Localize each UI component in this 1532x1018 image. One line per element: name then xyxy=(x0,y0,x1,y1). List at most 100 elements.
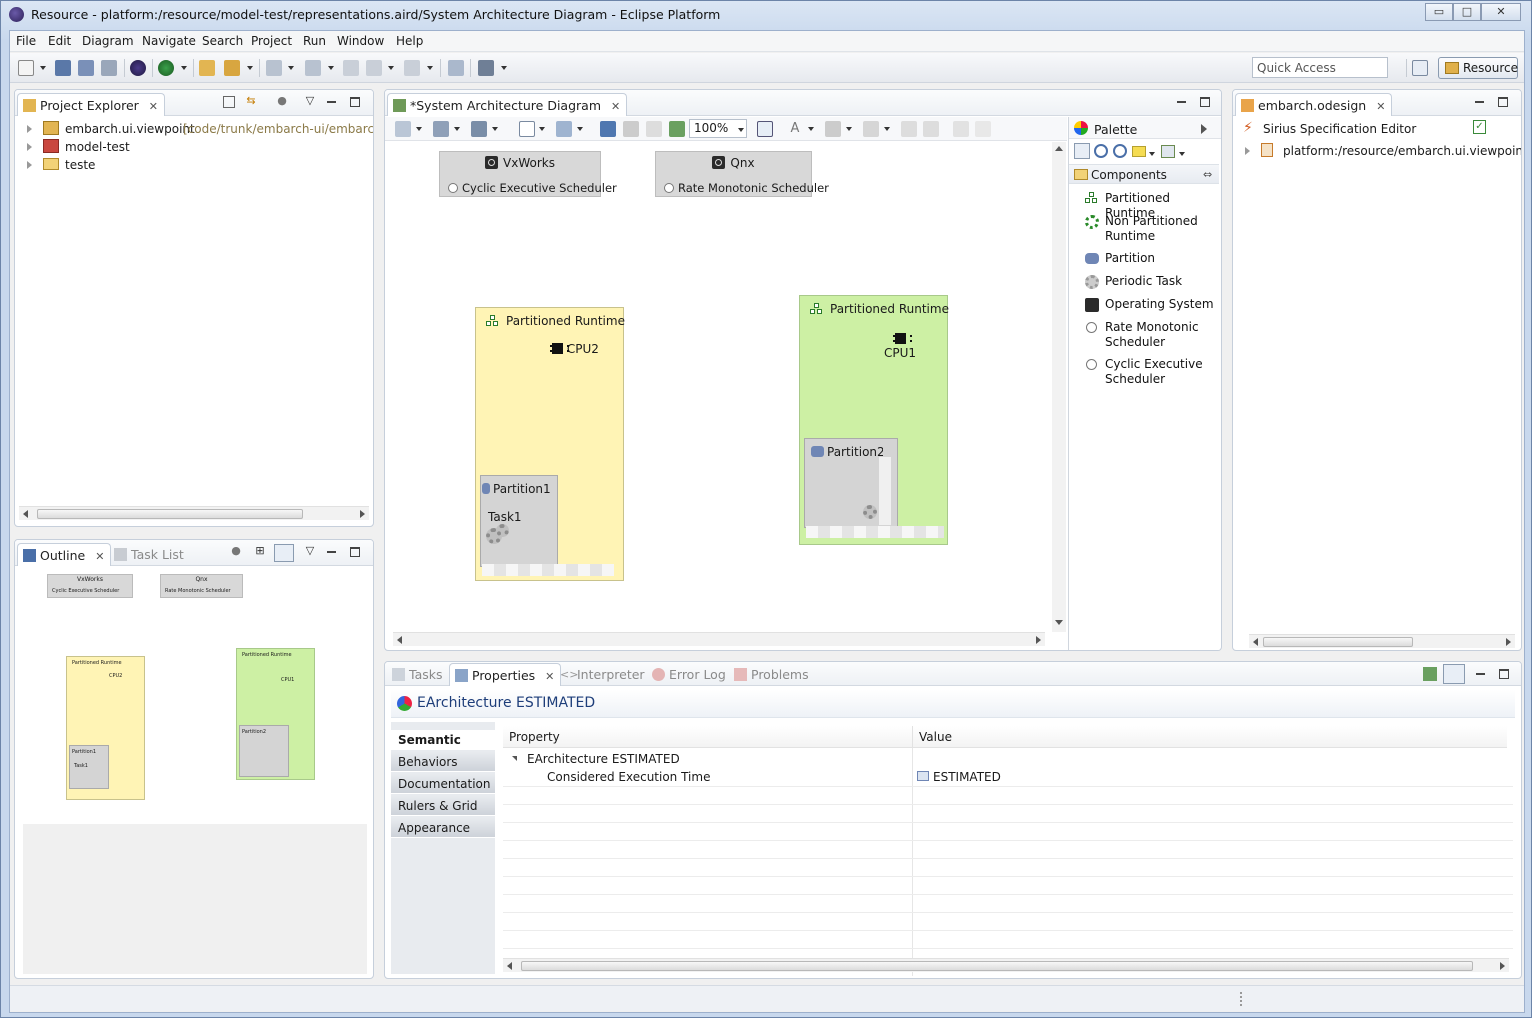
close-tab-icon[interactable]: ✕ xyxy=(1376,100,1385,113)
open-perspective-icon[interactable] xyxy=(1412,60,1428,76)
hide-label-icon[interactable] xyxy=(646,121,662,137)
minimize-editor-icon[interactable] xyxy=(1474,96,1486,108)
property-row[interactable]: EArchitecture ESTIMATED xyxy=(503,750,1507,768)
property-table-hscroll[interactable] xyxy=(503,958,1509,972)
odesign-tree-item[interactable]: platform:/resource/embarch.ui.viewpoint/… xyxy=(1239,142,1521,160)
expand-icon[interactable] xyxy=(27,161,32,169)
outline-tree-icon[interactable]: ⊞ xyxy=(254,545,266,558)
zoom-dropdown-icon[interactable] xyxy=(738,128,744,132)
runtime-node-1[interactable]: Partitioned Runtime CPU2 Partition1 Task… xyxy=(475,307,625,581)
category-behaviors[interactable]: Behaviors xyxy=(391,752,495,772)
property-value[interactable]: ESTIMATED xyxy=(933,770,1001,784)
arrange-dropdown-icon[interactable] xyxy=(501,66,507,70)
tab-interpreter[interactable]: <> Interpreter xyxy=(555,663,651,686)
os-node-qnx[interactable]: Qnx Rate Monotonic Scheduler xyxy=(655,151,829,197)
note-dropdown-icon[interactable] xyxy=(1149,152,1155,156)
link-with-editor-icon[interactable]: ⇆ xyxy=(245,95,257,108)
property-row[interactable]: Considered Execution Time ESTIMATED xyxy=(503,768,1507,786)
tree-item-teste[interactable]: teste xyxy=(21,156,371,174)
zoom-out-icon[interactable] xyxy=(1113,144,1127,158)
scroll-right-icon[interactable] xyxy=(1506,638,1511,646)
scroll-left-icon[interactable] xyxy=(1253,638,1258,646)
open-task-dropdown-icon[interactable] xyxy=(247,66,253,70)
tab-error-log[interactable]: Error Log xyxy=(647,663,732,686)
font-icon[interactable]: A xyxy=(787,121,803,137)
arrange-all-icon[interactable] xyxy=(433,121,449,137)
forward-icon[interactable] xyxy=(404,60,420,76)
scroll-thumb[interactable] xyxy=(1263,637,1413,647)
run-icon[interactable] xyxy=(158,60,174,76)
cpu-node-cpu2[interactable]: CPU2 xyxy=(550,342,599,356)
menu-search[interactable]: Search xyxy=(202,34,243,48)
dropdown-icon[interactable] xyxy=(492,127,498,131)
palette-item-periodic-task[interactable]: Periodic Task xyxy=(1105,274,1182,289)
tab-tasks[interactable]: Tasks xyxy=(387,663,449,686)
arrange-icon[interactable] xyxy=(478,60,494,76)
pin-icon[interactable] xyxy=(448,60,464,76)
task-label[interactable]: Task1 xyxy=(488,510,522,524)
validate-icon[interactable]: ✓ xyxy=(1473,120,1486,134)
note-tool-icon[interactable] xyxy=(1132,146,1146,157)
collapse-all-icon[interactable] xyxy=(223,96,235,108)
tab-project-explorer[interactable]: Project Explorer ✕ xyxy=(17,93,165,116)
tab-problems[interactable]: Problems xyxy=(729,663,815,686)
close-tab-icon[interactable]: ✕ xyxy=(149,100,158,113)
outline-mini-runtime2[interactable]: Partitioned Runtime CPU1 Partition2 xyxy=(236,648,315,780)
show-categories-icon[interactable] xyxy=(1443,664,1465,684)
minimize-view-icon[interactable] xyxy=(326,546,338,558)
category-documentation[interactable]: Documentation xyxy=(391,774,495,794)
project-explorer-hscroll[interactable] xyxy=(19,506,369,520)
minimize-view-icon[interactable] xyxy=(1475,668,1487,680)
partition-vscroll[interactable] xyxy=(879,457,891,525)
minimize-button[interactable]: ▭ xyxy=(1425,3,1453,21)
column-property[interactable]: Property xyxy=(509,730,560,744)
snap-icon[interactable] xyxy=(953,121,969,137)
filter-icon[interactable] xyxy=(556,121,572,137)
partition-node-1[interactable]: Partition1 Task1 xyxy=(480,475,558,567)
odesign-hscroll[interactable] xyxy=(1249,634,1515,648)
close-tab-icon[interactable]: ✕ xyxy=(545,670,554,683)
scroll-right-icon[interactable] xyxy=(1036,636,1041,644)
tree-item-embarch-ui-viewpoint[interactable]: embarch.ui.viewpoint [code/trunk/embarch… xyxy=(21,120,373,138)
os-node-vxworks[interactable]: VxWorks Cyclic Executive Scheduler xyxy=(439,151,617,197)
link-dropdown-icon[interactable] xyxy=(1179,152,1185,156)
hide-icon[interactable] xyxy=(623,121,639,137)
tab-embarch-odesign[interactable]: embarch.odesign ✕ xyxy=(1235,93,1393,116)
open-task-icon[interactable] xyxy=(224,60,240,76)
quick-access-input[interactable]: Quick Access xyxy=(1252,57,1388,78)
dropdown-icon[interactable] xyxy=(577,127,583,131)
collapse-icon[interactable] xyxy=(512,756,517,761)
cpu-node-cpu1[interactable]: CPU1 xyxy=(884,332,916,360)
menu-diagram[interactable]: Diagram xyxy=(82,34,134,48)
sirius-icon[interactable] xyxy=(130,60,146,76)
next-annotation-dropdown-icon[interactable] xyxy=(288,66,294,70)
save-icon[interactable] xyxy=(55,60,71,76)
dropdown-icon[interactable] xyxy=(884,127,890,131)
select-all-icon[interactable] xyxy=(395,121,411,137)
outline-overview-icon[interactable] xyxy=(274,544,294,562)
zoom-in-icon[interactable] xyxy=(1094,144,1108,158)
resource-perspective-button[interactable]: Resource xyxy=(1438,57,1518,79)
maximize-view-icon[interactable] xyxy=(349,96,361,108)
category-semantic[interactable]: Semantic xyxy=(391,730,495,750)
maximize-button[interactable]: □ xyxy=(1453,3,1481,21)
scroll-left-icon[interactable] xyxy=(397,636,402,644)
category-rulers-grid[interactable]: Rulers & Grid xyxy=(391,796,495,816)
scroll-up-icon[interactable] xyxy=(1055,146,1063,151)
outline-mini-qnx[interactable]: Qnx Rate Monotonic Scheduler xyxy=(160,574,243,598)
outline-mini-runtime1[interactable]: Partitioned Runtime CPU2 Partition1 Task… xyxy=(66,656,145,800)
prev-annotation-icon[interactable] xyxy=(305,60,321,76)
scroll-down-icon[interactable] xyxy=(1055,620,1063,625)
scroll-thumb[interactable] xyxy=(37,509,303,519)
pin-properties-icon[interactable] xyxy=(1423,667,1437,681)
scroll-thumb[interactable] xyxy=(521,961,1473,971)
pin-element-icon[interactable] xyxy=(669,121,685,137)
menu-navigate[interactable]: Navigate xyxy=(142,34,196,48)
drawer-pin-icon[interactable]: ⇔ xyxy=(1203,168,1212,181)
scroll-left-icon[interactable] xyxy=(23,510,28,518)
close-button[interactable]: ✕ xyxy=(1481,3,1521,21)
dropdown-icon[interactable] xyxy=(846,127,852,131)
palette-item-operating-system[interactable]: Operating System xyxy=(1105,297,1214,312)
scroll-left-icon[interactable] xyxy=(507,962,512,970)
category-appearance[interactable]: Appearance xyxy=(391,818,495,838)
